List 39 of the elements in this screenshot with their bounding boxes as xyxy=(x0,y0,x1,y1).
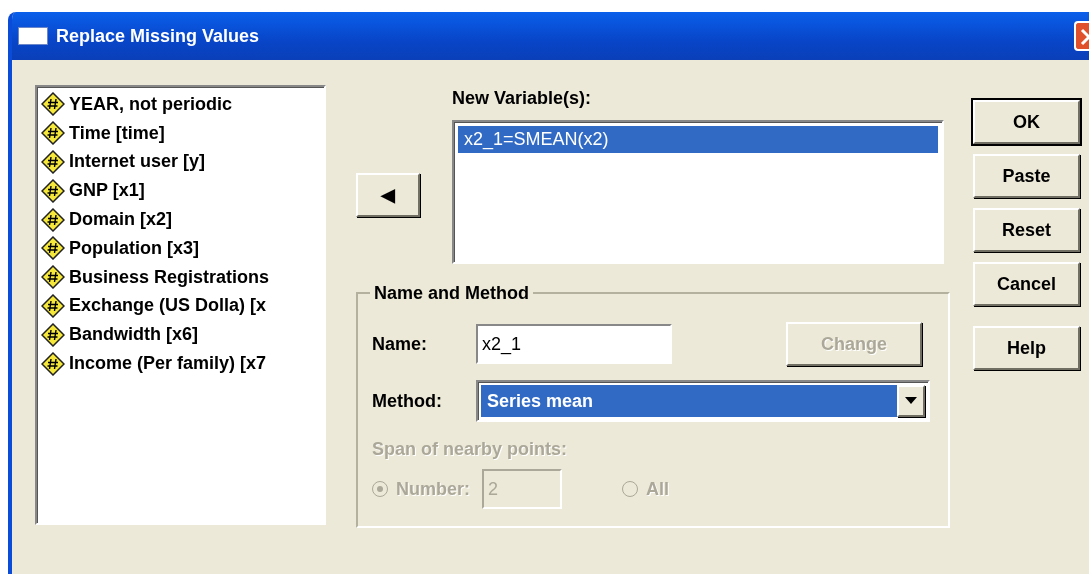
name-label: Name: xyxy=(372,332,429,356)
numeric-variable-icon xyxy=(41,293,65,318)
variable-name[interactable]: Income (Per family) [x7 xyxy=(69,350,267,378)
dialog-button[interactable]: Cancel xyxy=(973,262,1080,306)
new-variables-list[interactable]: x2_1=SMEAN(x2) xyxy=(452,120,944,264)
radio-button[interactable] xyxy=(622,481,638,497)
move-back-button[interactable]: ◀ xyxy=(356,173,420,217)
dialog-button[interactable]: Paste xyxy=(973,154,1080,198)
span-label: Span of nearby points: xyxy=(372,438,568,461)
method-label: Method: xyxy=(372,389,443,413)
variable-name[interactable]: Bandwidth [x6] xyxy=(69,321,198,349)
numeric-variable-icon xyxy=(41,178,65,203)
numeric-variable-icon xyxy=(41,150,65,174)
numeric-variable-icon xyxy=(41,236,65,261)
variable-list[interactable]: YEAR, not periodic Time [time] Internet user [y] GNP [x1] Domain [x2] Population [x3] Business Registrations Exchange (US Dolla) [x Bandwidth [x6] Income (Per family) [x7 xyxy=(35,85,326,525)
numeric-variable-icon xyxy=(41,351,65,376)
numeric-variable-icon xyxy=(41,92,65,117)
new-variables-label: New Variable(s): xyxy=(452,87,593,110)
numeric-variable-icon xyxy=(41,265,65,290)
radio-button[interactable] xyxy=(372,481,388,497)
variable-name[interactable]: Domain [x2] xyxy=(69,206,173,234)
variable-name[interactable]: Time [time] xyxy=(69,119,165,147)
dialog-button[interactable]: Reset xyxy=(973,208,1080,252)
method-dropdown[interactable]: Series mean xyxy=(476,380,930,422)
name-field[interactable]: x2_1 xyxy=(476,324,672,364)
window-icon xyxy=(18,27,48,45)
numeric-variable-icon xyxy=(41,121,65,146)
dialog-button[interactable]: OK xyxy=(973,100,1080,144)
variable-name[interactable]: Exchange (US Dolla) [x xyxy=(69,292,267,320)
new-variable-item[interactable]: x2_1=SMEAN(x2) xyxy=(458,126,938,153)
variable-name[interactable]: Business Registrations xyxy=(69,263,270,291)
variable-name[interactable]: YEAR, not periodic xyxy=(69,90,232,118)
window-title: Replace Missing Values xyxy=(56,24,260,48)
variable-name[interactable]: Internet user [y] xyxy=(69,148,206,176)
numeric-variable-icon xyxy=(41,322,65,347)
variable-name[interactable]: Population [x3] xyxy=(69,234,199,262)
dialog-button[interactable]: Help xyxy=(973,326,1080,370)
variable-name[interactable]: GNP [x1] xyxy=(69,177,145,205)
numeric-variable-icon xyxy=(41,207,65,232)
